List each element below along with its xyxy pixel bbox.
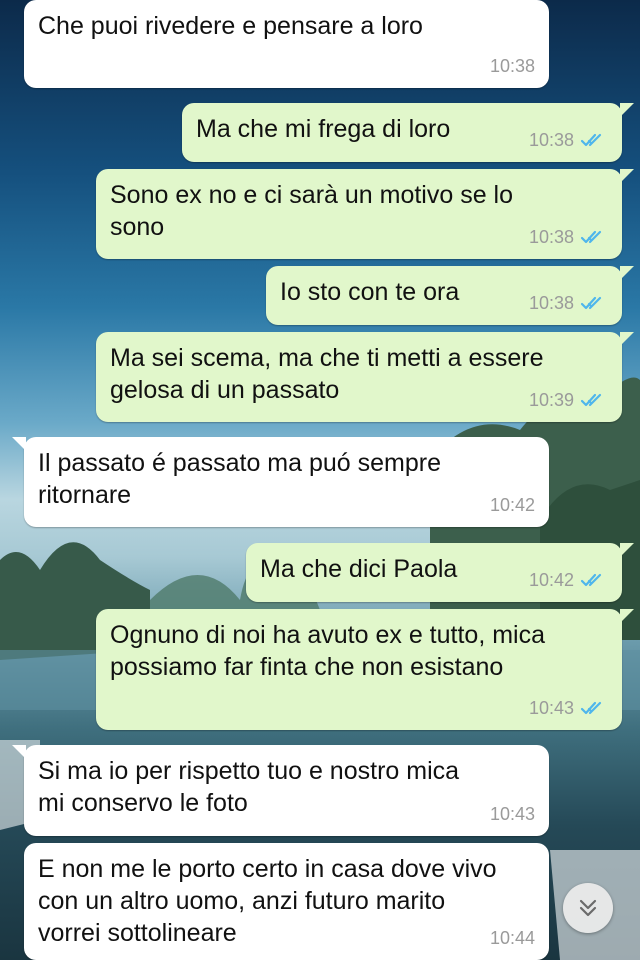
outgoing-message[interactable]: Ma sei scema, ma che ti metti a essere g…: [96, 332, 634, 422]
message-text: Che puoi rivedere e pensare a loro: [38, 12, 423, 40]
incoming-message[interactable]: Il passato é passato ma puó sempre ritor…: [12, 437, 549, 527]
message-meta: 10:43: [490, 798, 535, 830]
message-text: Ognuno di noi ha avuto ex e tutto, mica …: [110, 621, 545, 681]
read-double-check-icon: [580, 230, 602, 244]
double-chevron-down-icon: [579, 899, 597, 917]
outgoing-message[interactable]: Ma che mi frega di loro 10:38: [182, 103, 634, 162]
message-time: 10:44: [489, 928, 535, 948]
message-meta: 10:38: [490, 50, 535, 82]
message-time: 10:38: [528, 130, 574, 150]
incoming-message[interactable]: Che puoi rivedere e pensare a loro 10:38: [24, 0, 549, 88]
message-time: 10:38: [489, 56, 535, 76]
read-double-check-icon: [580, 573, 602, 587]
message-meta: 10:38: [529, 221, 608, 253]
message-time: 10:42: [528, 570, 574, 590]
message-time: 10:38: [528, 293, 574, 313]
message-time: 10:43: [528, 698, 574, 718]
incoming-message[interactable]: Si ma io per rispetto tuo e nostro mica …: [12, 745, 549, 836]
outgoing-message[interactable]: Sono ex no e ci sarà un motivo se lo son…: [96, 169, 634, 259]
read-double-check-icon: [580, 133, 602, 147]
message-time: 10:43: [489, 804, 535, 824]
message-text: E non me le porto certo in casa dove viv…: [38, 855, 497, 947]
message-meta: 10:42: [490, 489, 535, 521]
outgoing-message[interactable]: Io sto con te ora 10:38: [266, 266, 634, 325]
read-double-check-icon: [580, 296, 602, 310]
message-time: 10:38: [528, 227, 574, 247]
incoming-message[interactable]: E non me le porto certo in casa dove viv…: [24, 843, 549, 960]
message-time: 10:39: [528, 390, 574, 410]
message-meta: 10:38: [529, 287, 608, 319]
outgoing-message[interactable]: Ma che dici Paola 10:42: [246, 543, 634, 602]
message-text: Il passato é passato ma puó sempre ritor…: [38, 449, 442, 509]
outgoing-message[interactable]: Ognuno di noi ha avuto ex e tutto, mica …: [96, 609, 634, 730]
message-text: Si ma io per rispetto tuo e nostro mica …: [38, 757, 460, 817]
read-double-check-icon: [580, 701, 602, 715]
message-time: 10:42: [489, 495, 535, 515]
message-meta: 10:42: [529, 564, 608, 596]
message-meta: 10:38: [529, 124, 608, 156]
message-meta: 10:44: [490, 922, 535, 954]
scroll-to-bottom-button[interactable]: [563, 883, 613, 933]
message-meta: 10:39: [529, 384, 608, 416]
read-double-check-icon: [580, 393, 602, 407]
message-meta: 10:43: [529, 692, 608, 724]
